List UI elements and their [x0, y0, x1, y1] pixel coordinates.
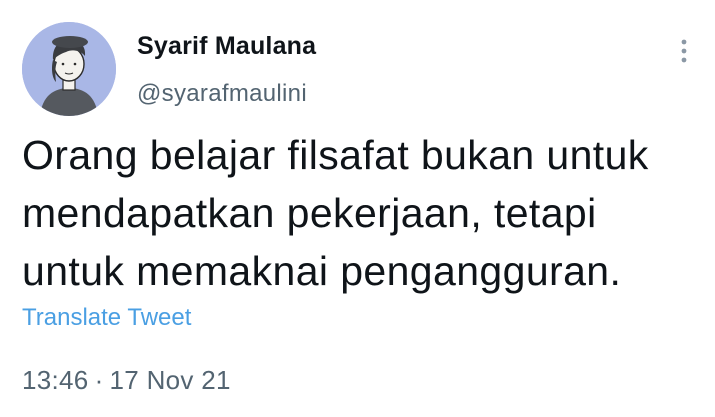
tweet-text-line: untuk memaknai pengangguran. — [22, 248, 622, 294]
translate-tweet-link[interactable]: Translate Tweet — [22, 304, 191, 332]
author-handle[interactable]: @syarafmaulini — [137, 80, 307, 108]
tweet-card: Syarif Maulana @syarafmaulini Orang bela… — [0, 0, 715, 417]
tweet-text: Orang belajar filsafat bukan untuk menda… — [22, 126, 702, 300]
tweet-text-line: mendapatkan pekerjaan, tetapi — [22, 190, 597, 236]
more-options-button[interactable] — [672, 36, 696, 66]
author-display-name[interactable]: Syarif Maulana — [137, 32, 316, 61]
tweet-time: 13:46 — [22, 365, 89, 395]
avatar-illustration — [22, 22, 116, 116]
timestamp-separator: · — [94, 365, 104, 395]
avatar[interactable] — [22, 22, 116, 116]
tweet-timestamp[interactable]: 13:46 · 17 Nov 21 — [22, 365, 231, 396]
tweet-date: 17 Nov 21 — [109, 365, 231, 395]
tweet-text-line: Orang belajar filsafat bukan untuk — [22, 132, 649, 178]
more-vertical-icon — [681, 39, 687, 63]
